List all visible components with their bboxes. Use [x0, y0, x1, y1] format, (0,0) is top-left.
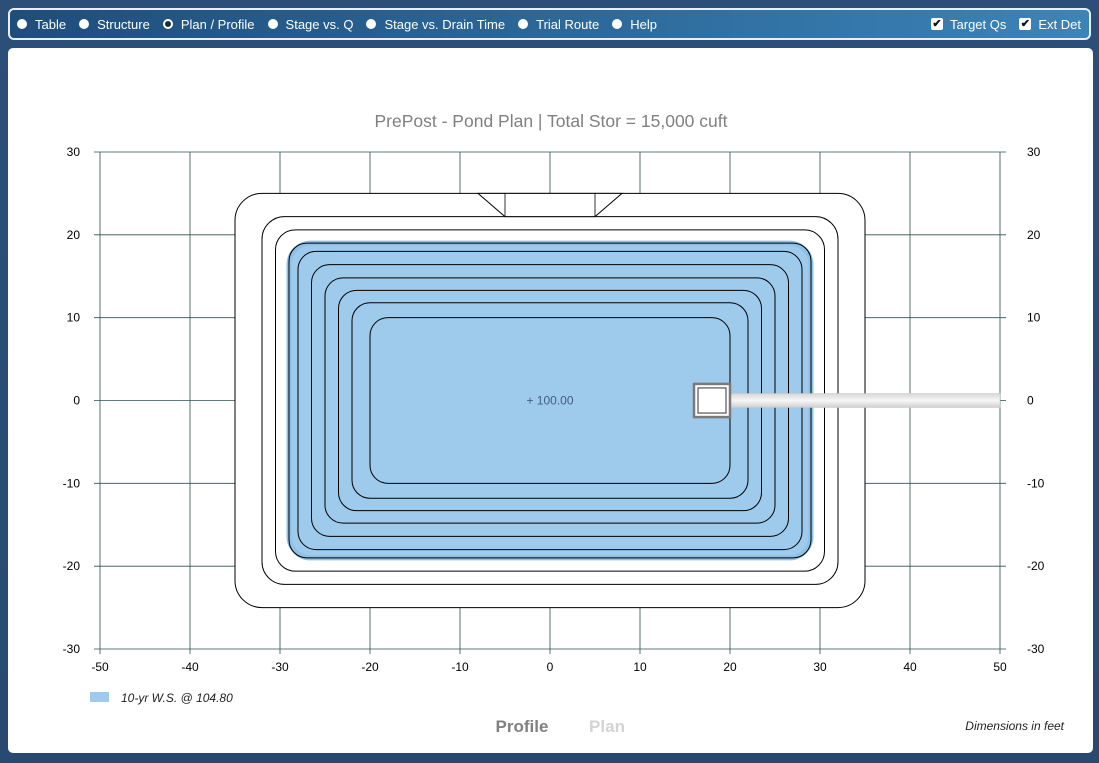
x-tick-label: -30: [271, 660, 289, 674]
outlet-pipe: [729, 393, 1001, 408]
y-tick-label-left: 20: [67, 228, 81, 242]
x-tick-label: 10: [633, 660, 647, 674]
radio-stage-vs-drain-time[interactable]: Stage vs. Drain Time: [366, 17, 505, 32]
x-tick-label: -20: [361, 660, 379, 674]
radio-help[interactable]: Help: [612, 17, 657, 32]
radio-dot[interactable]: [366, 19, 377, 29]
y-tick-label-left: -10: [63, 476, 81, 490]
radio-label-stage-vs-drain-time: Stage vs. Drain Time: [384, 16, 506, 32]
x-tick-label: -10: [451, 660, 469, 674]
radio-label-structure: Structure: [97, 16, 150, 32]
radio-label-trial-route: Trial Route: [536, 16, 600, 32]
radio-dot-selected[interactable]: [162, 19, 173, 29]
view-toolbar: Table Structure Plan / Profile Stage vs.…: [8, 8, 1091, 40]
y-tick-label-right: -10: [1027, 476, 1045, 490]
x-tick-label: -50: [91, 660, 109, 674]
checkmark-icon[interactable]: ✔: [1019, 18, 1032, 30]
y-tick-label-left: 0: [73, 394, 80, 408]
radio-dot[interactable]: [612, 19, 623, 29]
x-tick-label: 50: [993, 660, 1007, 674]
radio-stage-vs-q[interactable]: Stage vs. Q: [267, 16, 354, 32]
radio-dot[interactable]: [267, 19, 278, 29]
y-tick-label-right: -30: [1027, 642, 1045, 656]
radio-dot[interactable]: [17, 19, 27, 29]
view-radio-group: Table Structure Plan / Profile Stage vs.…: [10, 17, 670, 32]
chart-title: PrePost - Pond Plan | Total Stor = 15,00…: [375, 111, 728, 131]
legend-label: 10-yr W.S. @ 104.80: [121, 691, 233, 705]
profile-button[interactable]: Profile: [496, 717, 549, 736]
y-tick-label-right: 10: [1027, 311, 1041, 325]
legend-swatch: [90, 692, 109, 702]
pond-bottom-elevation-label: + 100.00: [526, 394, 573, 408]
checkbox-label-ext-det: Ext Det: [1038, 16, 1081, 32]
x-tick-label: 20: [723, 660, 737, 674]
checkbox-ext-det[interactable]: ✔ Ext Det: [1019, 17, 1081, 32]
checkmark-icon[interactable]: ✔: [931, 18, 944, 30]
dimensions-note: Dimensions in feet: [965, 719, 1064, 733]
checkbox-target-qs[interactable]: ✔ Target Qs: [931, 17, 1006, 32]
radio-label-stage-vs-q: Stage vs. Q: [285, 16, 354, 32]
checkbox-label-target-qs: Target Qs: [950, 16, 1007, 32]
y-tick-label-left: -20: [63, 559, 81, 573]
plan-button[interactable]: Plan: [589, 717, 625, 736]
radio-dot[interactable]: [79, 19, 90, 29]
radio-label-plan-profile: Plan / Profile: [180, 16, 255, 32]
y-tick-label-right: 0: [1027, 394, 1034, 408]
radio-table[interactable]: Table: [17, 17, 66, 32]
y-tick-label-left: 30: [67, 145, 81, 159]
option-checkbox-group: ✔ Target Qs ✔ Ext Det: [918, 17, 1089, 32]
x-tick-label: -40: [181, 660, 199, 674]
chart-panel: PrePost - Pond Plan | Total Stor = 15,00…: [8, 48, 1093, 753]
radio-trial-route[interactable]: Trial Route: [518, 17, 599, 32]
y-tick-label-right: 30: [1027, 145, 1041, 159]
y-tick-label-left: 10: [67, 311, 81, 325]
radio-label-table: Table: [35, 16, 67, 32]
x-tick-label: 40: [903, 660, 917, 674]
radio-plan-profile[interactable]: Plan / Profile: [162, 16, 255, 32]
pond-plan-chart: PrePost - Pond Plan | Total Stor = 15,00…: [63, 111, 1065, 736]
y-tick-label-left: -30: [63, 642, 81, 656]
radio-dot[interactable]: [518, 19, 529, 29]
outlet-structure-grate: [697, 387, 727, 414]
y-tick-label-right: -20: [1027, 559, 1045, 573]
x-tick-label: 30: [813, 660, 827, 674]
radio-structure[interactable]: Structure: [79, 17, 150, 32]
x-tick-label: 0: [547, 660, 554, 674]
y-tick-label-right: 20: [1027, 228, 1041, 242]
radio-label-help: Help: [630, 16, 657, 32]
